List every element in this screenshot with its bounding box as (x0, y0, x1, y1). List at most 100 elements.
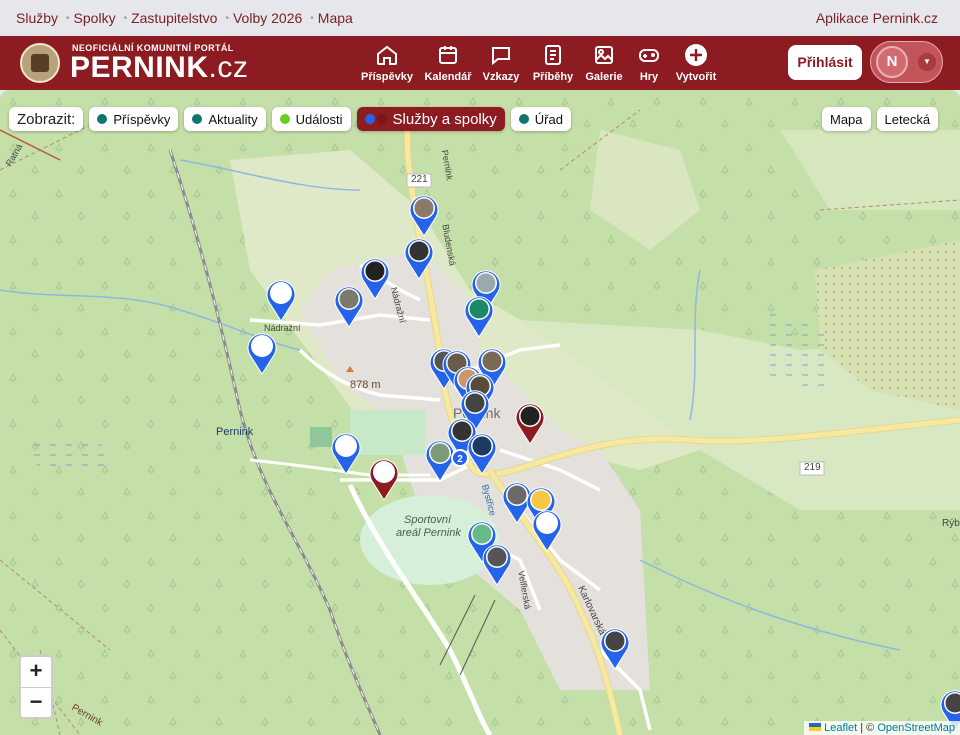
nav-label: Kalendář (424, 71, 472, 83)
zoom-out-button[interactable]: − (21, 687, 51, 718)
logo-name: PERNINK (70, 51, 209, 84)
map-marker[interactable] (467, 431, 497, 475)
map-type-mapa[interactable]: Mapa (822, 107, 871, 131)
marker-pin-icon (467, 433, 497, 475)
nav-label: Příspěvky (361, 71, 413, 83)
separator-dot: • (225, 12, 229, 24)
marker-pin-icon (600, 628, 630, 670)
marker-pin-icon (404, 238, 434, 280)
user-menu[interactable]: N ▼ (870, 41, 943, 83)
map-marker[interactable] (464, 294, 494, 338)
marker-pin-icon (464, 296, 494, 338)
logo-emblem[interactable] (20, 43, 60, 83)
filter-dot (192, 114, 203, 124)
filter-bar: Zobrazit: Příspěvky Aktuality Události S… (9, 107, 577, 131)
filter-label: Události (295, 111, 343, 127)
show-label: Zobrazit: (9, 107, 84, 131)
zoom-in-button[interactable]: + (21, 657, 51, 687)
map-marker[interactable] (409, 193, 439, 237)
map-marker[interactable] (515, 401, 545, 445)
marker-pin-icon (532, 510, 562, 552)
map-marker[interactable] (600, 626, 630, 670)
home-icon (377, 45, 397, 65)
attribution-copyright: © (866, 722, 875, 734)
separator-dot: • (66, 12, 70, 24)
marker-pin-icon (331, 433, 361, 475)
calendar-icon (439, 46, 457, 64)
separator-dot: • (123, 12, 128, 24)
nav-vytvorit[interactable]: Vytvořit (666, 43, 726, 83)
zoom-control: + − (19, 655, 53, 719)
nav-label: Vytvořit (675, 71, 717, 83)
topnav-sluzby[interactable]: Služby (16, 10, 58, 26)
topnav-spolky[interactable]: Spolky (74, 10, 116, 26)
nav-prispevky[interactable]: Příspěvky (357, 43, 417, 83)
elevation-label: 878 m (350, 379, 381, 391)
book-icon (545, 45, 561, 65)
filter-label: Příspěvky (113, 111, 171, 127)
place-label-ryb: Rýb (942, 518, 960, 529)
leaflet-link[interactable]: Leaflet (824, 722, 857, 734)
nav-label: Hry (639, 71, 659, 83)
nav-kalendar[interactable]: Kalendář (418, 43, 478, 83)
nav-label: Galerie (585, 71, 623, 83)
filter-udalosti[interactable]: Události (271, 107, 351, 131)
marker-pin-icon (369, 459, 399, 501)
road-number-221: 221 (411, 174, 428, 185)
map-marker[interactable] (404, 236, 434, 280)
map-marker[interactable] (334, 284, 364, 328)
logo-title[interactable]: PERNINK.cz (70, 51, 248, 85)
filter-sluzby-spolky[interactable]: Služby a spolky (356, 107, 505, 131)
filter-dot (97, 114, 108, 124)
logo-tld: .cz (208, 51, 249, 84)
avatar[interactable]: N (876, 46, 908, 78)
map-marker[interactable] (331, 431, 361, 475)
marker-cluster-badge[interactable]: 2 (451, 449, 469, 467)
osm-link[interactable]: OpenStreetMap (877, 722, 955, 734)
marker-pin-icon (482, 544, 512, 586)
map-view[interactable]: 221 219 878 m Pernink Pernink Sportovní … (0, 90, 960, 735)
road-number-219: 219 (804, 462, 821, 473)
site-header: NEOFICIÁLNÍ KOMUNITNÍ PORTÁL PERNINK.cz … (0, 36, 960, 90)
plus-circle-icon (685, 44, 707, 66)
sports-area-label-2: areál Pernink (396, 527, 461, 539)
topnav-mapa[interactable]: Mapa (318, 10, 353, 26)
chat-bubble-icon (492, 47, 510, 66)
filter-dot (279, 114, 290, 124)
ukraine-flag-icon (809, 723, 822, 731)
filter-prispevky[interactable]: Příspěvky (89, 107, 179, 131)
filter-aktuality[interactable]: Aktuality (184, 107, 266, 131)
nav-label: Vzkazy (482, 71, 520, 83)
topnav-volby[interactable]: Volby 2026 (233, 10, 302, 26)
marker-pin-icon (360, 258, 390, 300)
map-marker[interactable] (532, 508, 562, 552)
filter-label: Aktuality (208, 111, 258, 127)
image-icon (595, 46, 613, 64)
nav-vzkazy[interactable]: Vzkazy (471, 43, 531, 83)
marker-pin-icon (247, 333, 277, 375)
filter-urad[interactable]: Úřad (510, 107, 571, 131)
map-marker[interactable] (360, 256, 390, 300)
map-marker[interactable] (266, 278, 296, 322)
gamepad-icon (639, 49, 659, 62)
map-type-switch: Mapa Letecká (822, 107, 944, 131)
map-type-letecka[interactable]: Letecká (876, 107, 939, 131)
attribution-separator: | (860, 722, 864, 734)
filter-dot (518, 114, 529, 124)
login-button[interactable]: Přihlásit (788, 45, 862, 80)
topnav-zastupitelstvo[interactable]: Zastupitelstvo (131, 10, 217, 26)
map-attribution: Leaflet | © OpenStreetMap (804, 721, 960, 735)
filter-label: Úřad (534, 111, 563, 127)
filter-dot-red (376, 114, 387, 124)
app-link[interactable]: Aplikace Pernink.cz (816, 10, 938, 26)
filter-label: Služby a spolky (392, 110, 497, 128)
marker-pin-icon (334, 286, 364, 328)
marker-pin-icon (409, 195, 439, 237)
map-marker[interactable] (369, 457, 399, 501)
nav-label: Příběhy (532, 71, 574, 83)
map-marker[interactable] (247, 331, 277, 375)
map-marker[interactable] (482, 542, 512, 586)
chevron-down-icon[interactable]: ▼ (918, 53, 936, 71)
station-label: Pernink (216, 426, 254, 438)
marker-pin-icon (266, 280, 296, 322)
